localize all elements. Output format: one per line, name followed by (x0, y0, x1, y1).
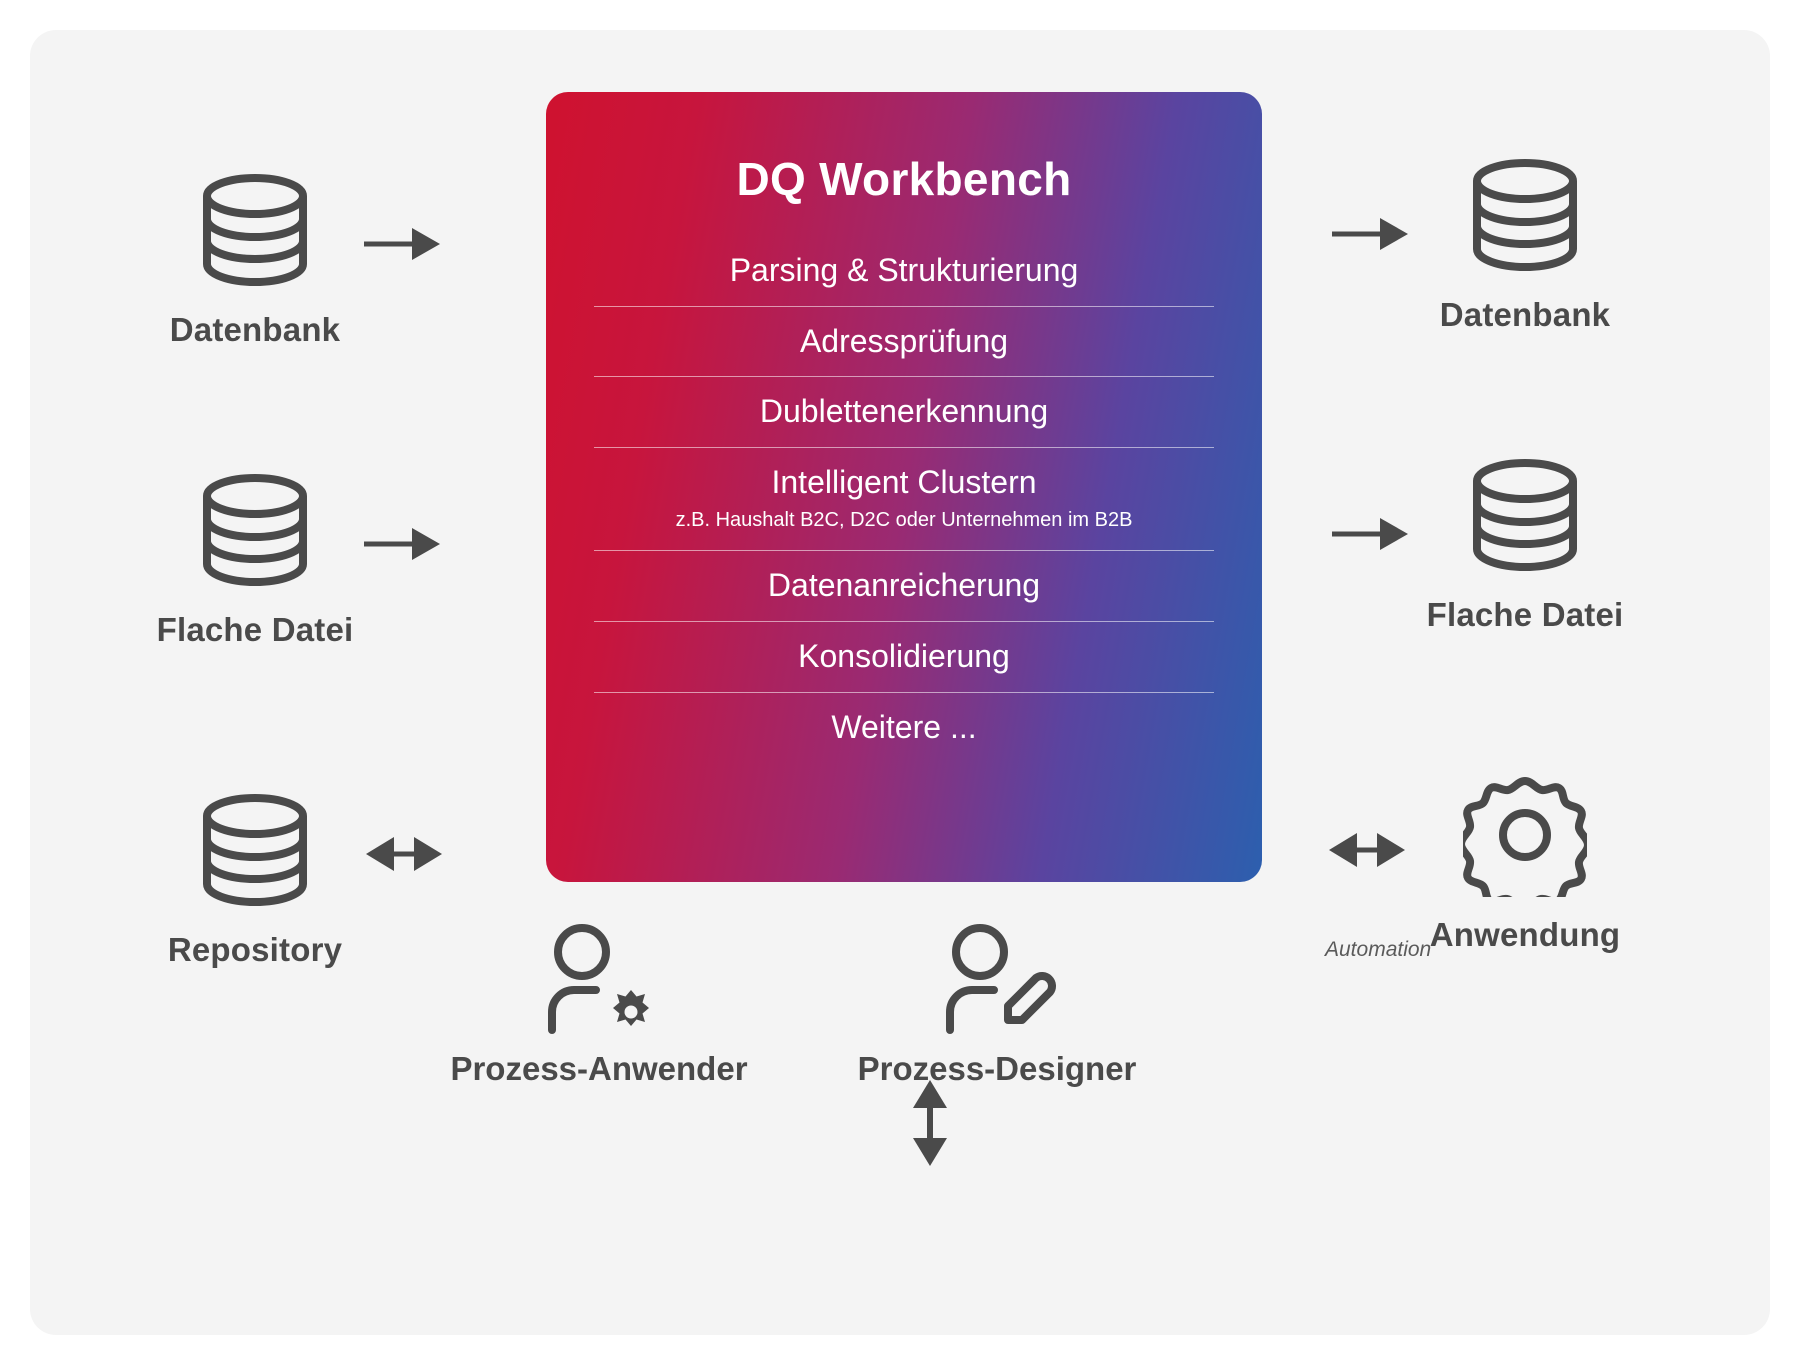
gear-icon (1375, 760, 1675, 910)
output-label-0: Datenbank (1439, 296, 1611, 333)
persona-label-1: Prozess-Designer (857, 1050, 1137, 1087)
capability-item-0[interactable]: Parsing & Strukturierung (594, 236, 1214, 307)
database-icon (105, 775, 405, 925)
output-label-1: Flache Datei (1426, 596, 1624, 633)
input-label-0: Datenbank (169, 311, 341, 348)
capability-sublabel-3: z.B. Haushalt B2C, D2C oder Unternehmen … (675, 509, 1133, 532)
capability-label-3: Intelligent Clustern (771, 463, 1037, 500)
arrow-right-icon-input-0 (362, 222, 442, 271)
input-label-2: Repository (167, 931, 343, 968)
output-node-datenbank: Datenbank (1375, 140, 1675, 334)
arrow-right-icon-input-1 (362, 522, 442, 571)
capability-label-6: Weitere ... (831, 708, 977, 745)
capability-label-4: Datenanreicherung (767, 567, 1041, 604)
arrow-up-down-icon (907, 1078, 953, 1173)
capability-item-5[interactable]: Konsolidierung (594, 622, 1214, 693)
output-label-2: Anwendung (1429, 916, 1621, 953)
capability-item-3[interactable]: Intelligent Clustern z.B. Haushalt B2C, … (594, 448, 1214, 552)
capability-item-4[interactable]: Datenanreicherung (594, 551, 1214, 622)
capability-label-5: Konsolidierung (798, 637, 1010, 674)
input-node-flache-datei: Flache Datei (105, 455, 405, 649)
persona-prozess-anwender: Prozess-Anwender (434, 920, 764, 1088)
input-label-1: Flache Datei (156, 611, 354, 648)
database-icon (105, 455, 405, 605)
diagram-canvas: Datenbank Flache Datei Repository DQ Wor… (0, 0, 1800, 1365)
capability-list: Parsing & Strukturierung Adressprüfung D… (594, 236, 1214, 762)
persona-prozess-designer: Prozess-Designer (832, 920, 1162, 1088)
database-icon (1375, 440, 1675, 590)
capability-label-0: Parsing & Strukturierung (729, 252, 1079, 288)
dq-workbench-card: DQ Workbench Parsing & Strukturierung Ad… (546, 92, 1262, 882)
arrow-left-right-icon-input-2 (362, 829, 446, 884)
input-node-datenbank: Datenbank (105, 155, 405, 349)
persona-label-0: Prozess-Anwender (450, 1050, 748, 1087)
output-node-anwendung: Anwendung (1375, 760, 1675, 954)
database-icon (105, 155, 405, 305)
person-pencil-icon (832, 920, 1162, 1040)
output-node-flache-datei: Flache Datei (1375, 440, 1675, 634)
input-node-repository: Repository (105, 775, 405, 969)
capability-item-6[interactable]: Weitere ... (594, 693, 1214, 763)
database-icon (1375, 140, 1675, 290)
card-title: DQ Workbench (736, 153, 1072, 205)
capability-label-2: Dublettenerkennung (759, 393, 1049, 430)
capability-item-1[interactable]: Adressprüfung (594, 307, 1214, 378)
capability-item-2[interactable]: Dublettenerkennung (594, 377, 1214, 448)
person-gear-icon (434, 920, 764, 1040)
capability-label-1: Adressprüfung (799, 322, 1009, 359)
